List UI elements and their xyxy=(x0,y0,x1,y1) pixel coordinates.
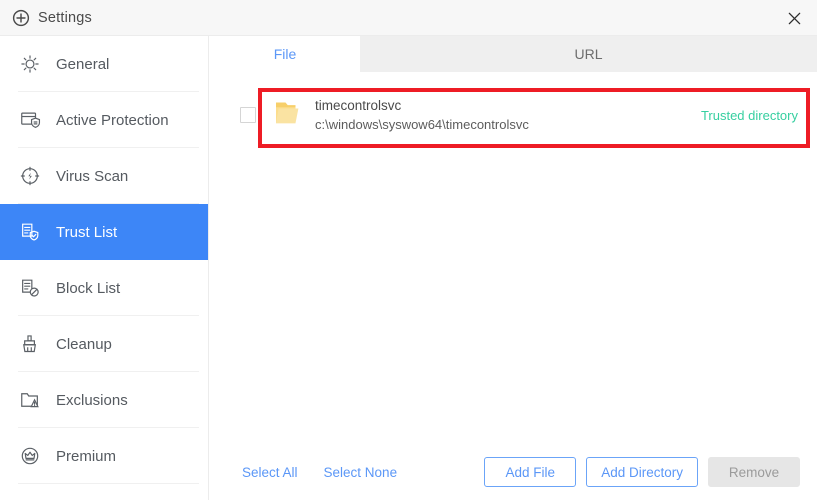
sidebar-item-label: Exclusions xyxy=(56,391,128,409)
footer-bar: Select All Select None Add File Add Dire… xyxy=(210,444,817,500)
main-panel: File URL timecontrolsvc c:\windows\syswo… xyxy=(210,36,817,500)
document-block-icon xyxy=(18,276,42,300)
broom-icon xyxy=(18,332,42,356)
trust-list-area: timecontrolsvc c:\windows\syswow64\timec… xyxy=(210,72,817,444)
sidebar-item-label: Cleanup xyxy=(56,335,112,353)
tab-label: URL xyxy=(574,46,603,62)
sidebar-item-block-list[interactable]: Block List xyxy=(0,260,208,316)
sidebar-item-virus-scan[interactable]: Virus Scan xyxy=(0,148,208,204)
crosshair-bolt-icon xyxy=(18,164,42,188)
select-all-link[interactable]: Select All xyxy=(242,465,298,480)
sidebar-item-trust-list[interactable]: Trust List xyxy=(0,204,208,260)
folder-icon xyxy=(271,98,301,133)
sidebar-item-cleanup[interactable]: Cleanup xyxy=(0,316,208,372)
tab-bar: File URL xyxy=(210,36,817,72)
gear-outline-icon xyxy=(18,52,42,76)
row-path: c:\windows\syswow64\timecontrolsvc xyxy=(315,117,529,132)
plus-circle-icon xyxy=(12,9,30,27)
sidebar-item-label: Premium xyxy=(56,447,117,465)
close-button[interactable] xyxy=(771,0,817,36)
row-checkbox[interactable] xyxy=(240,107,256,123)
folder-warning-icon xyxy=(18,388,42,412)
status-badge: Trusted directory xyxy=(700,107,798,123)
tab-url[interactable]: URL xyxy=(360,36,817,72)
title-group: Settings xyxy=(0,9,92,27)
sidebar-item-label: Block List xyxy=(56,279,121,297)
row-text: timecontrolsvc c:\windows\syswow64\timec… xyxy=(315,98,529,132)
sidebar-item-label: Active Protection xyxy=(56,111,169,129)
crown-circle-icon xyxy=(18,444,42,468)
list-item[interactable]: timecontrolsvc c:\windows\syswow64\timec… xyxy=(240,86,810,144)
tab-label: File xyxy=(273,46,297,62)
window-title: Settings xyxy=(38,9,92,26)
add-directory-button[interactable]: Add Directory xyxy=(586,457,698,487)
sidebar-item-general[interactable]: General xyxy=(0,36,208,92)
sidebar-item-label: General xyxy=(56,55,110,73)
sidebar: General Active Protection Virus Scan Tru… xyxy=(0,36,209,500)
document-check-icon xyxy=(18,220,42,244)
settings-window: Settings General Active Protection Virus… xyxy=(0,0,817,500)
sidebar-item-label: Virus Scan xyxy=(56,167,129,185)
tab-file[interactable]: File xyxy=(210,36,360,72)
sidebar-item-premium[interactable]: Premium xyxy=(0,428,208,484)
sidebar-item-label: Trust List xyxy=(56,223,118,241)
title-bar: Settings xyxy=(0,0,817,36)
sidebar-item-exclusions[interactable]: Exclusions xyxy=(0,372,208,428)
sidebar-item-active-protection[interactable]: Active Protection xyxy=(0,92,208,148)
remove-button: Remove xyxy=(708,457,800,487)
shield-window-icon xyxy=(18,108,42,132)
select-none-link[interactable]: Select None xyxy=(324,465,398,480)
add-file-button[interactable]: Add File xyxy=(484,457,577,487)
row-name: timecontrolsvc xyxy=(315,98,402,113)
close-icon xyxy=(787,11,802,26)
